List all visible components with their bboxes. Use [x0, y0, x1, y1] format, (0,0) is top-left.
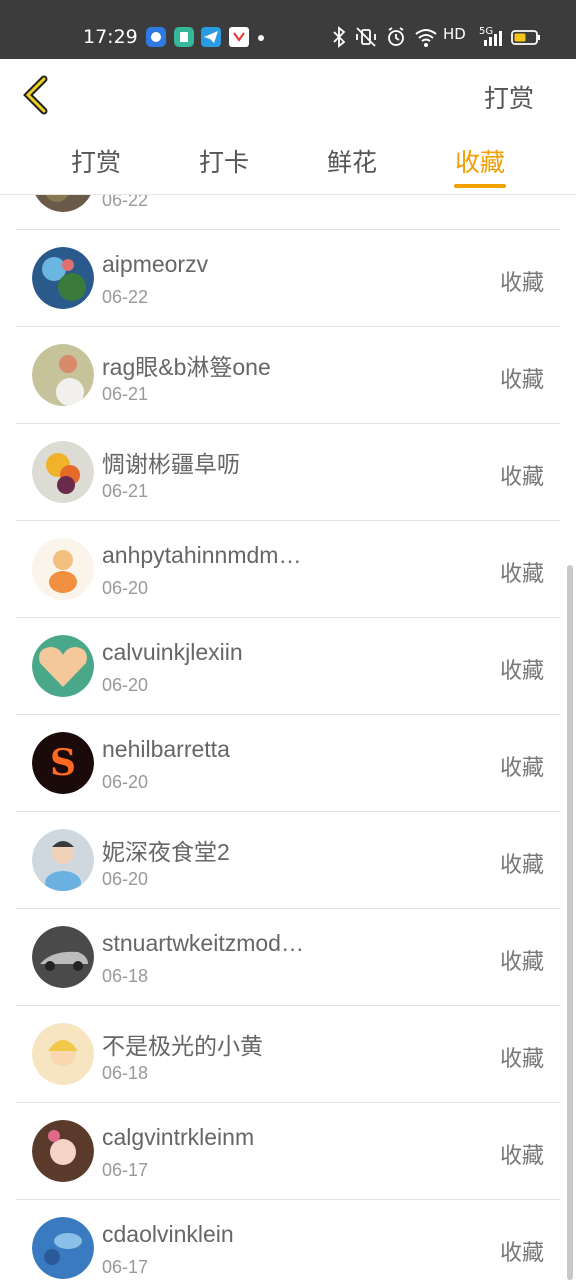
item-date: 06-22: [102, 287, 149, 307]
list-item[interactable]: 不是极光的小黄 06-18 收藏: [16, 1005, 560, 1103]
item-name: 不是极光的小黄: [102, 1033, 263, 1059]
tab-checkin[interactable]: 打卡: [174, 143, 274, 179]
avatar: [32, 1120, 94, 1182]
item-date: 06-20: [102, 675, 149, 695]
avatar: S: [32, 732, 94, 794]
favorite-label: 收藏: [499, 561, 544, 586]
item-name: rag眼&b淋簦one: [102, 354, 271, 380]
avatar: [32, 635, 94, 697]
tab-flowers[interactable]: 鲜花: [302, 143, 402, 179]
list-item[interactable]: aipmeorzv 06-22 收藏: [16, 229, 560, 327]
favorites-list[interactable]: 06-22 aipmeorzv 06-22 收藏 rag眼&b淋簦one 06-…: [0, 195, 576, 1280]
favorite-label: 收藏: [499, 852, 544, 877]
bluetooth-icon: [333, 26, 346, 48]
item-date: 06-17: [102, 1257, 149, 1277]
item-name: 妮深夜食堂2: [102, 839, 230, 865]
item-date: 06-18: [102, 1063, 149, 1083]
item-name: anhpytahinnmdm…: [102, 542, 302, 568]
favorite-label: 收藏: [499, 464, 544, 489]
battery-icon: [511, 30, 540, 45]
item-date: 06-20: [102, 772, 149, 792]
list-item[interactable]: calvuinkjlexiin 06-20 收藏: [16, 617, 560, 715]
app-notification-icon: [229, 27, 249, 47]
favorite-label: 收藏: [499, 658, 544, 683]
list-item[interactable]: calgvintrkleinm 06-17 收藏: [16, 1102, 560, 1200]
more-notifications-icon: [258, 35, 264, 41]
item-name: nehilbarretta: [102, 736, 230, 762]
list-item[interactable]: 惆谢彬疆阜呖 06-21 收藏: [16, 423, 560, 521]
list-item[interactable]: 06-22: [16, 195, 560, 230]
list-item[interactable]: stnuartwkeitzmod… 06-18 收藏: [16, 908, 560, 1006]
avatar: [32, 926, 94, 988]
avatar: [35, 195, 91, 212]
list-item[interactable]: cdaolvinklein 06-17 收藏: [16, 1199, 560, 1280]
favorite-label: 收藏: [499, 949, 544, 974]
list-item[interactable]: S nehilbarretta 06-20 收藏: [16, 714, 560, 812]
avatar: [32, 247, 94, 309]
app-notification-icon: [146, 27, 166, 47]
list-item[interactable]: 妮深夜食堂2 06-20 收藏: [16, 811, 560, 909]
item-date: 06-21: [102, 481, 149, 501]
item-date: 06-17: [102, 1160, 149, 1180]
favorite-label: 收藏: [499, 1143, 544, 1168]
svg-text:S: S: [50, 742, 76, 784]
wifi-icon: [415, 29, 437, 47]
back-arrow-icon[interactable]: [20, 75, 60, 115]
item-name: calvuinkjlexiin: [102, 639, 243, 665]
signal-icon: [484, 31, 502, 46]
item-name: cdaolvinklein: [102, 1221, 234, 1247]
favorite-label: 收藏: [499, 367, 544, 392]
favorite-label: 收藏: [499, 755, 544, 780]
status-bar: 17:29 HD 5G: [0, 0, 576, 59]
list-item[interactable]: anhpytahinnmdm… 06-20 收藏: [16, 520, 560, 618]
header: 打赏 打赏 打卡 鲜花 收藏: [0, 59, 576, 195]
reward-button[interactable]: 打赏: [484, 79, 534, 115]
scrollbar[interactable]: [567, 565, 573, 1280]
network-type: HD: [443, 25, 466, 43]
app-notification-icon: [174, 27, 194, 47]
item-name: stnuartwkeitzmod…: [102, 930, 304, 956]
avatar: [32, 829, 94, 891]
avatar: [32, 441, 94, 503]
item-date: 06-20: [102, 869, 149, 889]
vibrate-mute-icon: [356, 27, 376, 47]
item-date: 06-20: [102, 578, 149, 598]
item-date: 06-21: [102, 384, 149, 404]
status-time: 17:29: [83, 26, 138, 48]
favorite-label: 收藏: [499, 1240, 544, 1265]
item-name: 惆谢彬疆阜呖: [102, 451, 240, 477]
item-date: 06-18: [102, 966, 149, 986]
item-name: calgvintrkleinm: [102, 1124, 255, 1150]
active-tab-indicator: [454, 184, 506, 188]
favorite-label: 收藏: [499, 270, 544, 295]
list-item[interactable]: rag眼&b淋簦one 06-21 收藏: [16, 326, 560, 424]
tab-reward[interactable]: 打赏: [46, 143, 146, 179]
alarm-icon: [388, 27, 404, 46]
item-date: 06-22: [102, 195, 149, 210]
avatar: [32, 1217, 94, 1279]
avatar: [32, 538, 94, 600]
tab-bar: 打赏 打卡 鲜花 收藏: [0, 137, 576, 193]
telegram-icon: [201, 27, 221, 47]
item-name: aipmeorzv: [102, 251, 209, 277]
tab-favorites[interactable]: 收藏: [430, 143, 530, 179]
avatar: [32, 344, 94, 406]
avatar: [32, 1023, 94, 1085]
favorite-label: 收藏: [499, 1046, 544, 1071]
